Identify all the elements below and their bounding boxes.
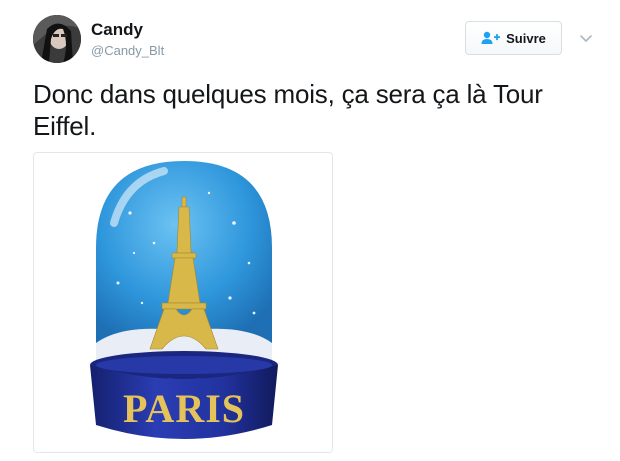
follow-button[interactable]: Suivre <box>465 21 562 55</box>
avatar-photo <box>33 15 81 63</box>
avatar[interactable] <box>33 15 81 63</box>
add-user-icon <box>481 31 501 45</box>
user-handle[interactable]: @Candy_Blt <box>91 43 164 58</box>
base-label: PARIS <box>122 386 246 431</box>
follow-button-label: Suivre <box>506 30 546 46</box>
tweet-media[interactable]: PARIS <box>33 152 333 453</box>
user-name[interactable]: Candy <box>91 20 143 40</box>
tweet-text: Donc dans quelques mois, ça sera ça là T… <box>33 79 543 141</box>
chevron-down-icon[interactable] <box>578 30 594 46</box>
